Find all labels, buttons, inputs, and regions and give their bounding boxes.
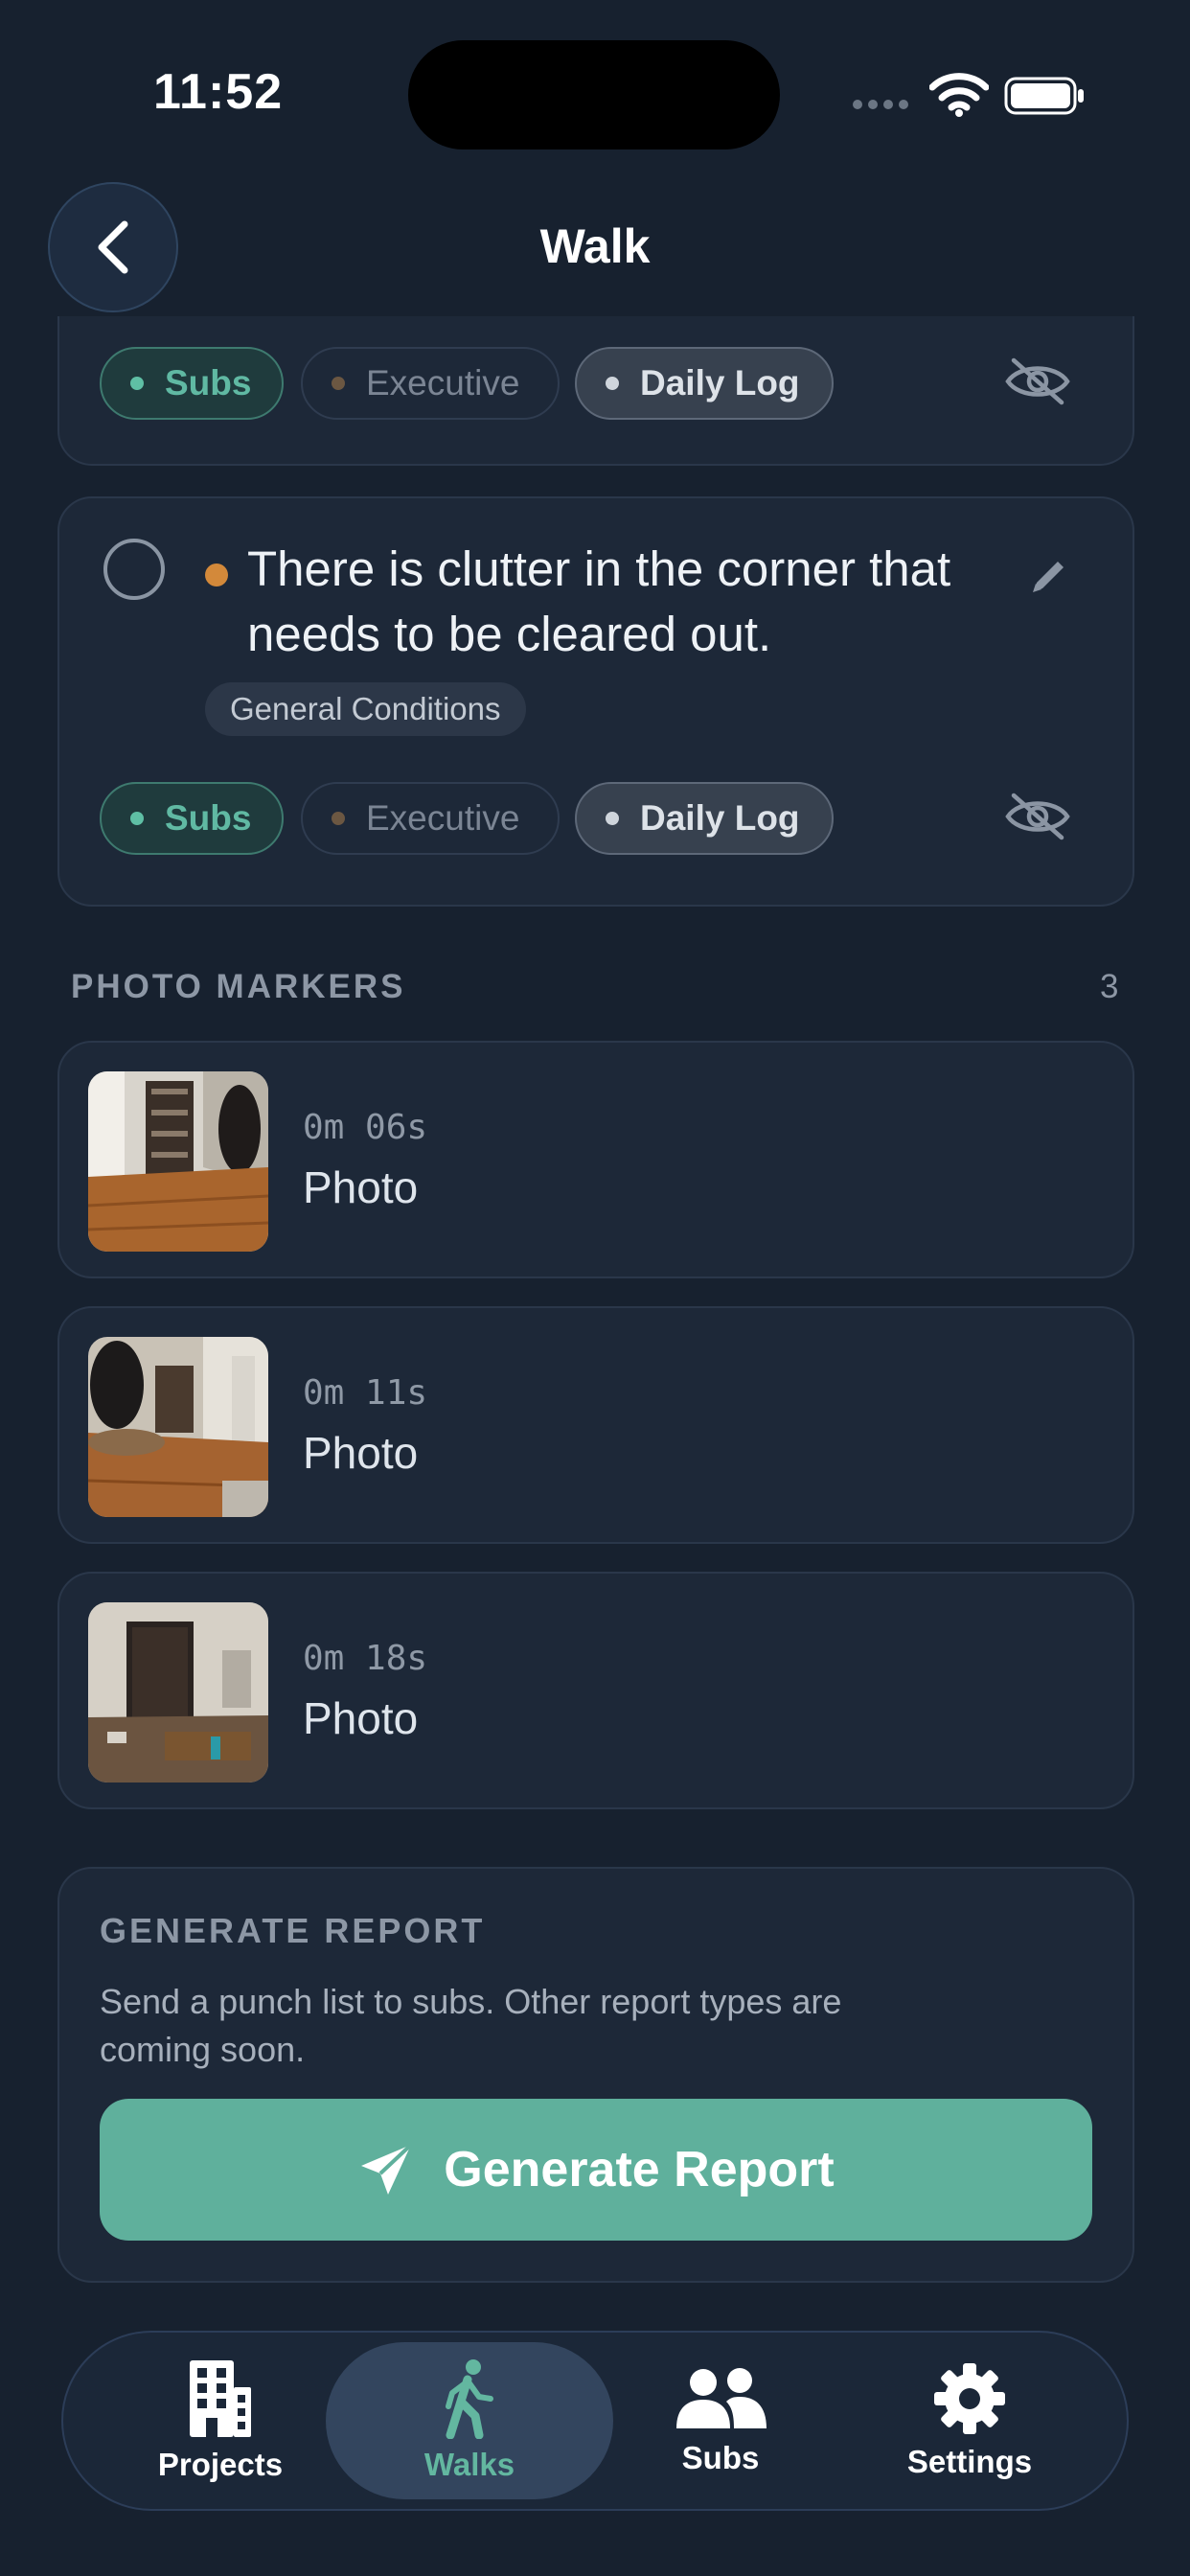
status-time: 11:52 — [153, 64, 284, 120]
audience-chip-executive[interactable]: Executive — [301, 347, 560, 420]
priority-dot — [205, 564, 228, 586]
photo-thumbnail — [88, 1602, 268, 1782]
audience-chip-subs[interactable]: Subs — [100, 347, 284, 420]
pencil-icon[interactable] — [1027, 554, 1071, 598]
eye-off-icon[interactable] — [1004, 356, 1071, 406]
tab-projects[interactable]: Projects — [144, 2342, 297, 2499]
building-icon — [190, 2360, 251, 2437]
photo-marker-count: 3 — [1100, 968, 1119, 1005]
photo-marker-row[interactable]: 0m 18s Photo — [57, 1572, 1134, 1809]
complete-checkbox[interactable] — [103, 539, 165, 600]
tab-label-settings: Settings — [906, 2444, 1033, 2479]
eye-off-icon[interactable] — [1004, 792, 1071, 841]
photo-thumbnail — [88, 1337, 268, 1517]
generate-report-button[interactable]: Generate Report — [100, 2099, 1092, 2241]
tab-subs[interactable]: Subs — [652, 2342, 790, 2499]
photo-label: Photo — [303, 1162, 419, 1212]
audience-chip-daily-log[interactable]: Daily Log — [575, 782, 834, 855]
photo-timestamp: 0m 18s — [303, 1639, 428, 1678]
wifi-icon — [929, 73, 989, 117]
photo-timestamp: 0m 06s — [303, 1108, 428, 1147]
tab-walks[interactable]: Walks — [326, 2342, 613, 2499]
send-icon — [361, 2143, 413, 2195]
dynamic-island — [408, 40, 780, 150]
punch-item-text: There is clutter in the corner that need… — [247, 541, 951, 661]
walking-person-icon — [446, 2359, 493, 2439]
report-section-title: GENERATE REPORT — [100, 1911, 486, 1950]
tab-label-walks: Walks — [423, 2447, 515, 2482]
audience-chip-subs[interactable]: Subs — [100, 782, 284, 855]
category-tag: General Conditions — [205, 682, 526, 736]
tab-settings[interactable]: Settings — [897, 2342, 1042, 2499]
section-label-photo-markers: PHOTO MARKERS — [71, 968, 406, 1005]
punch-item-card: Subs Executive Daily Log — [57, 316, 1134, 466]
photo-thumbnail — [88, 1071, 268, 1252]
tab-label-projects: Projects — [157, 2447, 284, 2482]
photo-marker-row[interactable]: 0m 06s Photo — [57, 1041, 1134, 1278]
battery-icon — [1004, 77, 1084, 115]
people-icon — [676, 2368, 767, 2428]
cellular-signal-icon — [853, 100, 908, 109]
photo-timestamp: 0m 11s — [303, 1373, 428, 1413]
photo-label: Photo — [303, 1428, 419, 1478]
gear-icon — [934, 2363, 1005, 2434]
generate-report-label: Generate Report — [444, 2142, 835, 2197]
photo-marker-row[interactable]: 0m 11s Photo — [57, 1306, 1134, 1544]
page-title: Walk — [539, 219, 651, 273]
audience-chip-executive[interactable]: Executive — [301, 782, 560, 855]
audience-chip-daily-log[interactable]: Daily Log — [575, 347, 834, 420]
tab-label-subs: Subs — [681, 2440, 760, 2475]
photo-label: Photo — [303, 1693, 419, 1743]
report-description: Send a punch list to subs. Other report … — [100, 1982, 842, 2069]
